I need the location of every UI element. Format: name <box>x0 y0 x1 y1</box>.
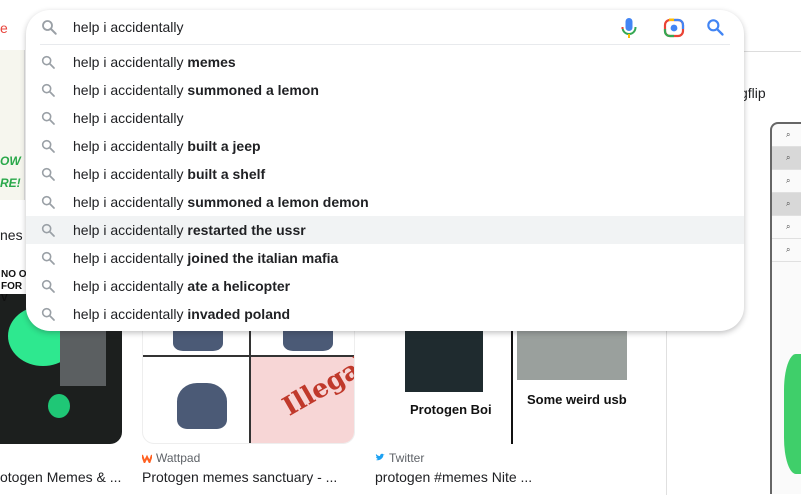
suggestion-text: help i accidentally summoned a lemon <box>73 82 319 98</box>
green-blob-small <box>48 394 70 418</box>
suggestion-prefix: help i accidentally <box>73 250 184 266</box>
image-caption: Some weird usb <box>527 392 627 407</box>
wattpad-icon <box>142 454 152 463</box>
suggestion-item[interactable]: help i accidentally joined the italian m… <box>26 244 744 272</box>
search-icon <box>41 307 55 321</box>
suggestion-item[interactable]: help i accidentally memes <box>26 48 744 76</box>
result-title[interactable]: protogen #memes Nite ... <box>375 469 532 485</box>
twitter-icon <box>375 453 385 461</box>
result-source[interactable]: Twitter <box>375 451 424 465</box>
result-label-left[interactable]: nes <box>0 227 23 243</box>
preview-row: ⌕ <box>772 147 801 170</box>
art-figure <box>177 383 227 429</box>
page: e OW RE! nes NO O FOR V Illegal Protogen… <box>0 0 801 495</box>
suggestion-prefix: help i accidentally <box>73 278 184 294</box>
suggestion-completion: built a shelf <box>187 166 266 182</box>
suggestion-prefix: help i accidentally <box>73 166 184 182</box>
panel-divider <box>249 313 251 443</box>
panel-divider <box>143 355 354 357</box>
suggestion-prefix: help i accidentally <box>73 306 184 322</box>
suggestion-text: help i accidentally built a shelf <box>73 166 265 182</box>
panel-divider <box>511 312 513 444</box>
suggestion-completion: summoned a lemon demon <box>187 194 369 210</box>
search-bar <box>26 10 744 45</box>
doodle-text: OW RE! <box>0 154 21 190</box>
suggestion-completion: summoned a lemon <box>187 82 319 98</box>
suggestion-item[interactable]: help i accidentally summoned a lemon <box>26 76 744 104</box>
search-icon <box>41 251 55 265</box>
divider <box>40 44 730 45</box>
header-right-area <box>744 0 801 52</box>
result-title[interactable]: Protogen memes sanctuary - ... <box>142 469 337 485</box>
microphone-icon[interactable] <box>619 16 639 40</box>
suggestion-item[interactable]: help i accidentally summoned a lemon dem… <box>26 188 744 216</box>
result-image-middle[interactable]: Illegal <box>142 312 355 444</box>
suggestion-text: help i accidentally restarted the ussr <box>73 222 306 238</box>
suggestion-item[interactable]: help i accidentally ate a helicopter <box>26 272 744 300</box>
suggestion-prefix: help i accidentally <box>73 222 184 238</box>
image-caption: Protogen Boi <box>410 402 492 417</box>
preview-row: ⌕ <box>772 124 801 147</box>
suggestion-completion: built a jeep <box>187 138 261 154</box>
search-icon <box>41 167 55 181</box>
green-shape <box>784 354 801 474</box>
search-icon <box>41 111 55 125</box>
suggestion-text: help i accidentally <box>73 110 184 126</box>
preview-row: ⌕ <box>772 193 801 216</box>
suggestion-item[interactable]: help i accidentally restarted the ussr <box>26 216 744 244</box>
preview-row: ⌕ <box>772 216 801 239</box>
side-preview-image[interactable]: ⌕ ⌕ ⌕ ⌕ ⌕ ⌕ <box>770 122 801 494</box>
search-icon <box>41 83 55 97</box>
suggestion-prefix: help i accidentally <box>73 54 184 70</box>
result-image-left-top[interactable]: OW RE! <box>0 50 25 200</box>
suggestion-prefix: help i accidentally <box>73 110 184 126</box>
suggestion-prefix: help i accidentally <box>73 194 184 210</box>
result-title[interactable]: otogen Memes & ... <box>0 469 121 485</box>
search-autocomplete-panel: help i accidentally memeshelp i accident… <box>26 10 744 331</box>
panel-divider <box>666 330 667 495</box>
suggestion-completion: ate a helicopter <box>187 278 291 294</box>
suggestion-prefix: help i accidentally <box>73 138 184 154</box>
suggestion-text: help i accidentally invaded poland <box>73 306 290 322</box>
preview-row: ⌕ <box>772 170 801 193</box>
suggestion-item[interactable]: help i accidentally invaded poland <box>26 300 744 328</box>
suggestion-completion: restarted the ussr <box>187 222 306 238</box>
suggestion-text: help i accidentally memes <box>73 54 236 70</box>
suggestion-list: help i accidentally memes help i accident… <box>26 48 744 328</box>
result-image-right[interactable]: Protogen Boi Some weird usb <box>375 312 648 444</box>
result-source[interactable]: Wattpad <box>142 451 200 465</box>
search-submit-icon[interactable] <box>705 17 725 37</box>
suggestion-completion: joined the italian mafia <box>187 250 339 266</box>
search-icon <box>41 223 55 237</box>
search-input[interactable] <box>73 16 593 38</box>
suggestion-item[interactable]: help i accidentally built a jeep <box>26 132 744 160</box>
suggestion-text: help i accidentally built a jeep <box>73 138 261 154</box>
suggestion-item[interactable]: help i accidentally built a shelf <box>26 160 744 188</box>
suggestion-completion: invaded poland <box>187 306 291 322</box>
suggestion-text: help i accidentally joined the italian m… <box>73 250 338 266</box>
search-icon <box>41 279 55 293</box>
google-lens-icon[interactable] <box>663 17 685 39</box>
suggestion-text: help i accidentally ate a helicopter <box>73 278 290 294</box>
logo-fragment: e <box>0 20 8 36</box>
search-icon <box>41 55 55 69</box>
suggestion-completion: memes <box>187 54 236 70</box>
suggestion-prefix: help i accidentally <box>73 82 184 98</box>
suggestion-item[interactable]: help i accidentally <box>26 104 744 132</box>
search-icon <box>41 195 55 209</box>
preview-row: ⌕ <box>772 239 801 262</box>
search-icon <box>42 20 57 35</box>
search-icon <box>41 139 55 153</box>
suggestion-text: help i accidentally summoned a lemon dem… <box>73 194 369 210</box>
